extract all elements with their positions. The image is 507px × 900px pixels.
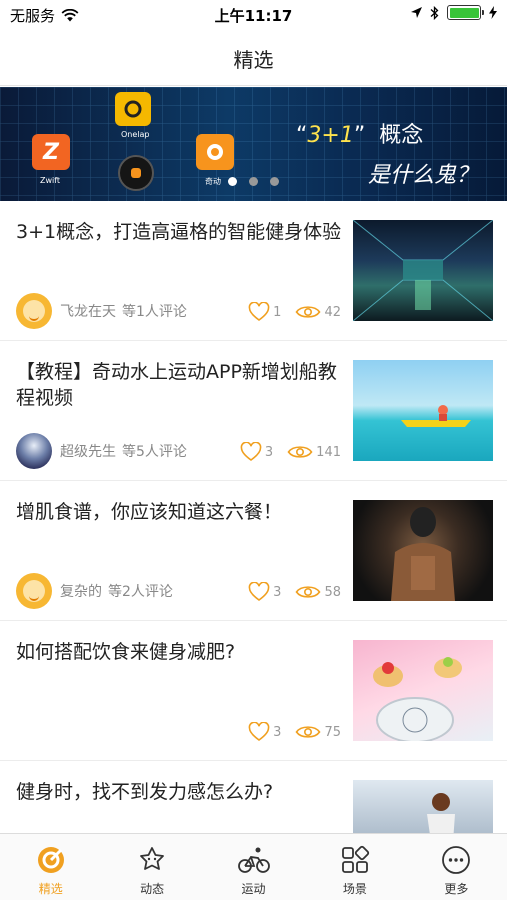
article-title: 增肌食谱，你应该知道这六餐！ <box>16 501 283 523</box>
location-icon <box>411 6 422 18</box>
avatar[interactable] <box>16 573 52 609</box>
tab-more[interactable]: 更多 <box>406 834 507 900</box>
heart-icon[interactable] <box>240 442 262 462</box>
like-count: 3 <box>273 584 282 600</box>
article-stats: 3 141 <box>240 442 341 462</box>
onelap-app-icon <box>115 92 151 126</box>
article-title: 【教程】奇动水上运动APP新增划船教程视频 <box>16 361 337 409</box>
like-count: 3 <box>264 444 274 460</box>
qidong-label: 奇动 <box>205 177 221 186</box>
avatar[interactable] <box>16 293 52 329</box>
eye-icon <box>287 446 313 458</box>
tab-label: 更多 <box>444 882 469 896</box>
view-count: 42 <box>324 304 341 320</box>
article-thumbnail[interactable] <box>353 220 493 321</box>
article-stats: 3 75 <box>248 722 341 742</box>
article-item[interactable]: 3+1概念，打造高逼格的智能健身体验 飞龙在天 等1人评论 1 42 <box>0 201 507 341</box>
tab-label: 精选 <box>38 882 63 896</box>
article-comment-count: 等5人评论 <box>122 444 187 460</box>
featured-icon <box>35 844 67 876</box>
tab-scenes[interactable]: 场景 <box>304 834 405 900</box>
carousel-dot-3[interactable] <box>270 177 279 186</box>
carousel-dot-2[interactable] <box>249 177 258 186</box>
banner-headline: “3+1” 概念 <box>296 117 423 149</box>
heart-icon[interactable] <box>248 722 270 742</box>
zwift-label: Zwift <box>40 176 61 185</box>
tab-sports[interactable]: 运动 <box>203 834 304 900</box>
article-title: 如何搭配饮食来健身减肥? <box>16 641 236 663</box>
navigation-bar: 精选 <box>0 28 507 86</box>
article-author[interactable]: 复杂的 <box>60 581 102 601</box>
banner-headline-close: ” <box>353 123 366 148</box>
tab-featured[interactable]: 精选 <box>0 834 101 900</box>
status-right <box>411 5 497 20</box>
cycling-icon <box>237 844 270 876</box>
article-item[interactable]: 【教程】奇动水上运动APP新增划船教程视频 超级先生 等5人评论 3 141 <box>0 341 507 481</box>
tab-feed[interactable]: 动态 <box>101 834 202 900</box>
carousel-page-indicator[interactable] <box>228 177 279 186</box>
heart-icon[interactable] <box>248 302 270 322</box>
article-comment-count: 等2人评论 <box>108 584 173 600</box>
article-thumbnail[interactable] <box>353 500 493 601</box>
battery-level <box>449 7 479 18</box>
view-count: 141 <box>316 444 341 460</box>
heart-icon[interactable] <box>248 582 270 602</box>
onelap-label: Onelap <box>121 130 150 139</box>
qidong-app-icon <box>196 134 234 170</box>
avatar[interactable] <box>16 433 52 469</box>
scenes-icon <box>339 844 371 876</box>
tab-label: 场景 <box>342 882 367 896</box>
banner-subline: 是什么鬼？ <box>368 163 479 188</box>
article-item[interactable]: 增肌食谱，你应该知道这六餐！ 复杂的 等2人评论 3 58 <box>0 481 507 621</box>
charging-icon <box>489 6 497 19</box>
status-bar: 无服务 上午11:17 <box>0 0 507 28</box>
article-meta: 飞龙在天 等1人评论 <box>16 293 187 329</box>
article-stats: 3 58 <box>248 582 341 602</box>
banner-headline-highlight: 3+1 <box>307 123 354 148</box>
article-title: 3+1概念，打造高逼格的智能健身体验 <box>16 221 342 243</box>
article-stats: 1 42 <box>248 302 341 322</box>
feed-icon <box>136 844 168 876</box>
qidong-device-icon <box>118 155 154 191</box>
view-count: 58 <box>324 584 341 600</box>
article-meta: 超级先生 等5人评论 <box>16 433 187 469</box>
article-comment-count: 等1人评论 <box>122 304 187 320</box>
article-meta: 复杂的 等2人评论 <box>16 573 173 609</box>
banner-headline-suffix: 概念 <box>379 123 424 148</box>
tab-label: 运动 <box>241 882 266 896</box>
eye-icon <box>295 726 321 738</box>
article-item[interactable]: 如何搭配饮食来健身减肥? 3 75 <box>0 621 507 761</box>
article-title: 健身时，找不到发力感怎么办? <box>16 781 274 803</box>
like-count: 1 <box>273 304 282 320</box>
eye-icon <box>295 586 321 598</box>
zwift-app-icon: Z <box>32 134 70 170</box>
tab-label: 动态 <box>140 882 165 896</box>
article-thumbnail[interactable] <box>353 360 493 461</box>
page-title: 精选 <box>233 48 274 72</box>
bluetooth-icon <box>430 5 439 20</box>
eye-icon <box>295 306 321 318</box>
view-count: 75 <box>324 724 341 740</box>
carousel-dot-1[interactable] <box>228 177 237 186</box>
article-author[interactable]: 飞龙在天 <box>60 301 116 321</box>
article-author[interactable]: 超级先生 <box>60 441 116 461</box>
tab-bar: 精选 动态 运动 场景 更多 <box>0 833 507 900</box>
more-icon <box>440 844 472 876</box>
article-thumbnail[interactable] <box>353 640 493 741</box>
banner-headline-open: “ <box>296 123 308 148</box>
battery-icon <box>447 5 484 20</box>
like-count: 3 <box>273 724 282 740</box>
